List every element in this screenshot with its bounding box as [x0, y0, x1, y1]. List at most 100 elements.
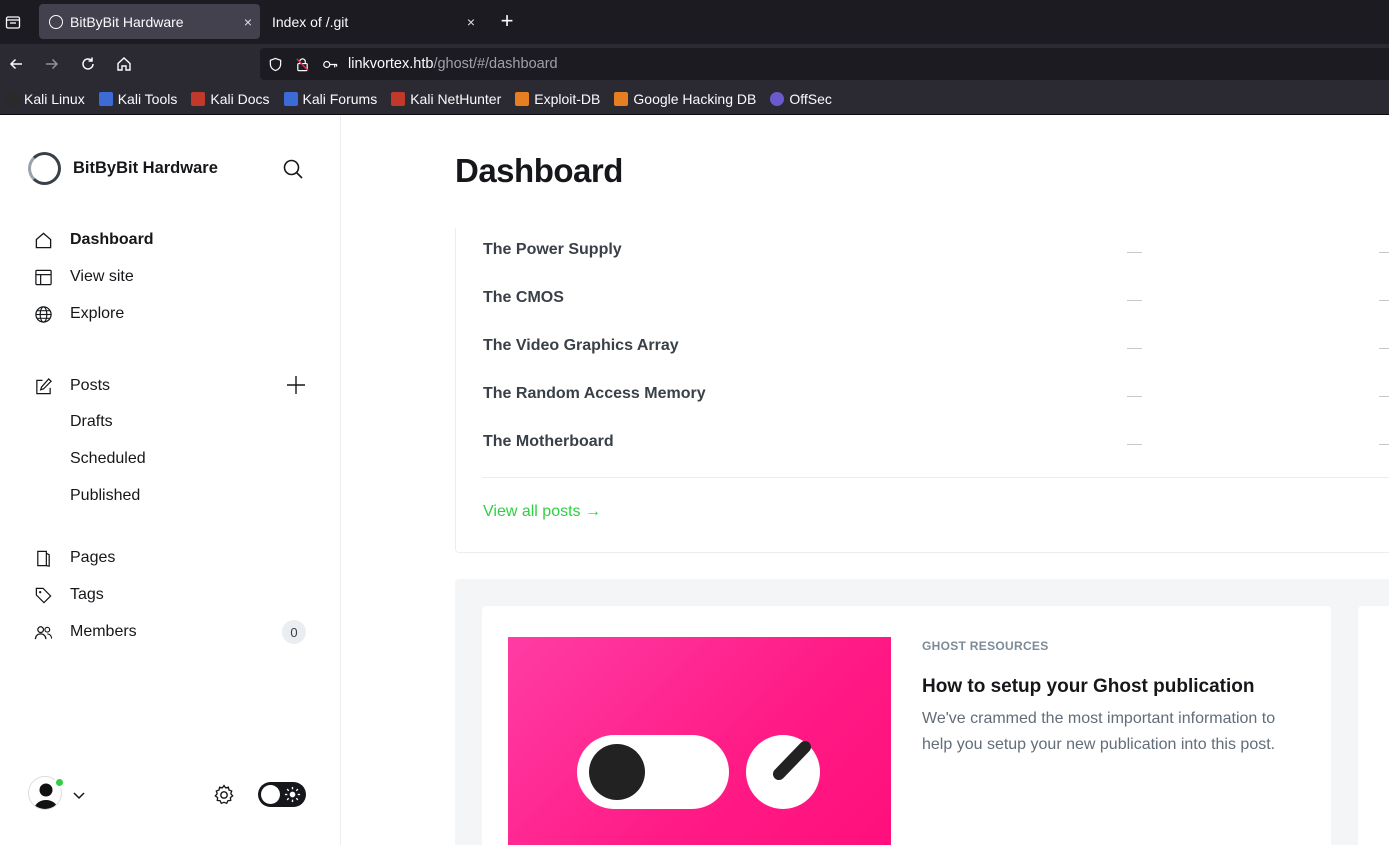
- arrow-left-icon: [9, 58, 22, 70]
- bookmark-kali-forums[interactable]: Kali Forums: [283, 91, 378, 107]
- tab-title: BitByBit Hardware: [70, 13, 184, 30]
- kali-docs-icon: [191, 92, 206, 106]
- search-icon: [283, 159, 303, 179]
- site-title: BitByBit Hardware: [73, 159, 218, 177]
- post-title: The Power Supply: [483, 241, 622, 258]
- bookmark-label: Kali Linux: [24, 91, 85, 107]
- dashboard-main: Dashboard The Power Supply The CMOS The Vi…: [341, 116, 1389, 845]
- gear-icon: [214, 784, 234, 805]
- bookmark-label: Kali Forums: [302, 91, 378, 107]
- back-button[interactable]: [2, 50, 30, 78]
- home-icon: [117, 57, 131, 71]
- home-icon: [35, 231, 52, 248]
- bookmark-google-hacking-db[interactable]: Google Hacking DB: [614, 91, 756, 107]
- post-stat-empty: [1127, 396, 1142, 397]
- post-stat-empty: [1127, 444, 1142, 445]
- resource-card[interactable]: GHOST RESOURCES How to setup your Ghost …: [482, 606, 1331, 845]
- edit-icon: [36, 377, 52, 394]
- ghost-resources-section: GHOST RESOURCES How to setup your Ghost …: [455, 579, 1389, 845]
- new-post-button[interactable]: [285, 374, 307, 396]
- layout-icon: [35, 269, 52, 285]
- sidebar-item-drafts[interactable]: Drafts: [70, 413, 113, 435]
- search-button[interactable]: [281, 157, 305, 181]
- settings-button[interactable]: [212, 783, 236, 807]
- sidebar-item-dashboard[interactable]: Dashboard: [34, 228, 154, 252]
- reload-button[interactable]: [74, 50, 102, 78]
- dark-mode-toggle[interactable]: [258, 782, 306, 807]
- sidebar-item-view-site[interactable]: View site: [34, 265, 134, 289]
- folder-tabs-icon: [5, 16, 21, 29]
- browser-tab-active[interactable]: BitByBit Hardware ×: [39, 4, 260, 39]
- bookmark-kali-tools[interactable]: Kali Tools: [98, 91, 177, 107]
- site-brand[interactable]: BitByBit Hardware: [28, 152, 218, 185]
- resource-card[interactable]: [1358, 606, 1389, 845]
- sidebar-item-label: Explore: [70, 305, 125, 322]
- globe-icon: [35, 305, 52, 323]
- post-row[interactable]: The Motherboard: [483, 433, 1389, 457]
- kali-tools-icon: [98, 92, 113, 106]
- kali-nethunter-icon: [391, 92, 406, 106]
- sidebar-item-explore[interactable]: Explore: [34, 302, 124, 326]
- post-row[interactable]: The Random Access Memory: [483, 385, 1389, 409]
- sidebar-item-scheduled[interactable]: Scheduled: [70, 450, 146, 472]
- members-count-badge: 0: [282, 620, 306, 644]
- toggle-knob: [261, 785, 280, 804]
- post-title: The Random Access Memory: [483, 385, 706, 402]
- members-icon: [34, 625, 53, 639]
- bookmark-exploit-db[interactable]: Exploit-DB: [515, 91, 600, 107]
- bookmark-label: Kali Docs: [210, 91, 270, 107]
- chevron-down-icon: [73, 792, 85, 800]
- post-stat-empty: [1379, 444, 1389, 445]
- forward-button[interactable]: [38, 50, 66, 78]
- sidebar-item-label: View site: [70, 268, 134, 285]
- resource-description: We've crammed the most important informa…: [922, 710, 1276, 753]
- bookmark-kali-linux[interactable]: Kali Linux: [5, 91, 85, 107]
- sidebar-item-label: Posts: [70, 377, 111, 394]
- tab-list-button[interactable]: [0, 0, 26, 44]
- arrow-right-icon: [46, 58, 59, 70]
- sidebar-item-posts[interactable]: Posts: [34, 374, 110, 398]
- bookmark-offsec[interactable]: OffSec: [770, 91, 832, 107]
- post-stat-empty: [1379, 252, 1389, 253]
- resource-title[interactable]: How to setup your Ghost publication: [922, 676, 1255, 698]
- insecure-lock-icon[interactable]: [295, 57, 310, 72]
- tab-title: Index of /.git: [272, 13, 349, 30]
- sidebar-item-label: Tags: [70, 586, 104, 603]
- sidebar-item-pages[interactable]: Pages: [34, 546, 115, 570]
- online-status-dot: [54, 777, 65, 788]
- kali-dragon-icon: [5, 92, 19, 106]
- sidebar-item-tags[interactable]: Tags: [34, 583, 104, 607]
- toggle-knob-illustration-icon: [577, 735, 820, 809]
- bookmark-kali-docs[interactable]: Kali Docs: [191, 91, 270, 107]
- recent-posts-card: The Power Supply The CMOS The Video Graphi…: [455, 228, 1389, 553]
- tab-close-icon[interactable]: ×: [459, 14, 483, 30]
- kali-forums-icon: [283, 92, 298, 106]
- bookmark-label: Kali NetHunter: [410, 91, 502, 107]
- post-stat-empty: [1379, 300, 1389, 301]
- offsec-icon: [770, 92, 785, 106]
- tab-close-icon[interactable]: ×: [236, 14, 260, 30]
- view-all-posts-link[interactable]: View all posts →: [483, 503, 601, 521]
- post-stat-empty: [1127, 300, 1142, 301]
- user-menu-toggle[interactable]: [72, 788, 86, 802]
- page-title: Dashboard: [455, 152, 623, 189]
- browser-nav-bar: linkvortex.htb/ghost/#/dashboard: [0, 44, 1389, 84]
- shield-icon[interactable]: [268, 57, 283, 72]
- address-bar[interactable]: linkvortex.htb/ghost/#/dashboard: [260, 48, 1389, 80]
- sidebar-item-members[interactable]: Members: [34, 620, 137, 644]
- resource-thumbnail: [508, 637, 891, 845]
- post-row[interactable]: The Video Graphics Array: [483, 337, 1389, 361]
- browser-tab[interactable]: Index of /.git ×: [262, 4, 483, 39]
- post-row[interactable]: The CMOS: [483, 289, 1389, 313]
- bookmark-kali-nethunter[interactable]: Kali NetHunter: [391, 91, 501, 107]
- key-icon[interactable]: [322, 57, 339, 72]
- url-path: /ghost/#/dashboard: [433, 56, 558, 72]
- new-tab-button[interactable]: +: [494, 7, 520, 37]
- bookmark-label: OffSec: [789, 91, 832, 107]
- bookmark-label: Google Hacking DB: [633, 91, 757, 107]
- sidebar-item-published[interactable]: Published: [70, 487, 140, 509]
- site-logo-icon: [28, 152, 61, 185]
- browser-tab-bar: BitByBit Hardware × Index of /.git × +: [0, 0, 1389, 44]
- post-row[interactable]: The Power Supply: [483, 241, 1389, 265]
- home-button[interactable]: [110, 50, 138, 78]
